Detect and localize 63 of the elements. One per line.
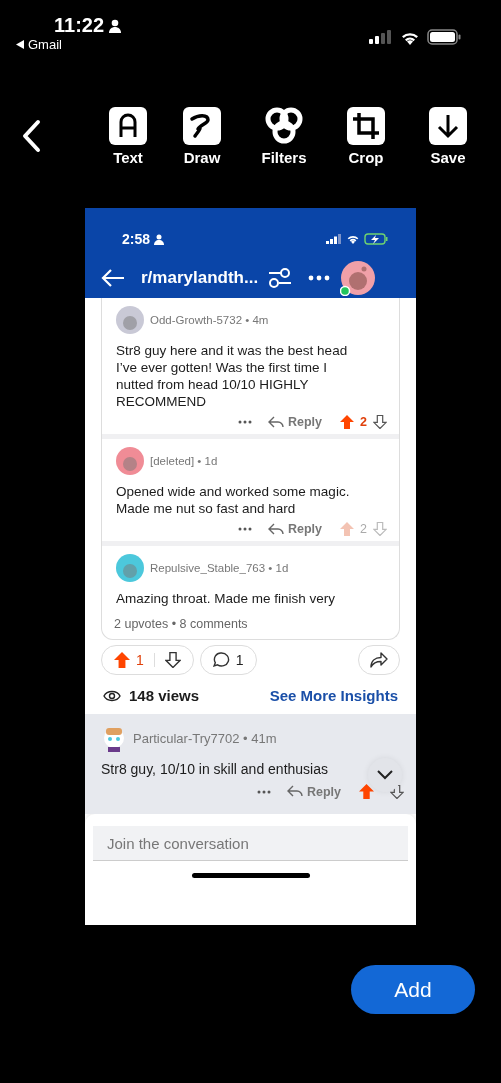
comment-input-field[interactable]: Join the conversation (93, 826, 408, 861)
battery-icon (427, 29, 461, 45)
filter-icon[interactable] (268, 267, 293, 289)
wifi-icon (346, 234, 360, 244)
crop-tool-button[interactable]: Crop (332, 107, 400, 166)
more-icon[interactable] (256, 789, 271, 794)
upvote-icon[interactable] (359, 784, 374, 799)
scroll-down-button[interactable] (368, 758, 402, 792)
back-triangle-icon (16, 40, 24, 49)
comment-author-meta: Odd-Growth-5732 • 4m (150, 314, 269, 326)
vote-count: 2 (360, 522, 367, 536)
text-tool-button[interactable]: Text (102, 107, 154, 166)
clock-time: 11:22 (54, 14, 105, 37)
battery-charging-icon (364, 233, 388, 245)
more-icon[interactable] (238, 420, 252, 424)
filters-icon (264, 107, 304, 145)
see-more-insights-link[interactable]: See More Insights (269, 687, 398, 704)
reply-arrow-icon (268, 415, 284, 429)
comment-text: Opened wide and worked some magic. Made me nut so fast and hard (116, 483, 351, 517)
chevron-down-icon (377, 770, 393, 780)
comment-author-meta: Particular-Try7702 • 41m (133, 730, 277, 746)
comment-author-meta: Repulsive_Stable_763 • 1d (150, 562, 289, 574)
upvote-count: 1 (136, 652, 144, 668)
subreddit-title: r/marylandth... (141, 268, 259, 288)
more-icon[interactable] (308, 275, 331, 281)
signal-icon (369, 30, 393, 44)
reply-button[interactable]: Reply (268, 522, 323, 536)
squiggle-icon (183, 107, 221, 145)
save-tool-button[interactable]: Save (414, 107, 482, 166)
back-to-app-link[interactable]: Gmail (16, 37, 62, 52)
speech-bubble-icon (212, 652, 230, 668)
comment-text: Str8 guy here and it was the best head I’ve ever gotten! Was the first time I nutted from head 10/10 HIGHLY RECOMMEND (116, 342, 349, 410)
reply-button[interactable]: Reply (268, 415, 323, 429)
upvote-icon[interactable] (340, 415, 355, 429)
share-button[interactable] (358, 645, 400, 675)
eye-icon (103, 688, 121, 703)
comments-button[interactable]: 1 (199, 645, 257, 675)
user-avatar-icon[interactable] (340, 260, 377, 296)
reply-arrow-icon (286, 785, 303, 798)
comment-text: Str8 guy, 10/10 in skill and enthusias (101, 761, 328, 777)
reply-arrow-icon (268, 522, 284, 536)
downvote-icon[interactable] (373, 415, 387, 429)
more-icon[interactable] (238, 527, 252, 531)
letter-a-icon (109, 107, 147, 145)
person-icon (108, 18, 123, 33)
comment-text: Amazing throat. Made me finish very (116, 590, 337, 607)
view-count: 148 views (129, 687, 200, 704)
draw-tool-button[interactable]: Draw (168, 107, 236, 166)
signal-icon (326, 234, 342, 244)
reply-button[interactable]: Reply (286, 784, 341, 799)
filters-tool-button[interactable]: Filters (250, 107, 318, 166)
downvote-icon[interactable] (164, 652, 181, 668)
crop-icon (347, 107, 385, 145)
comment-author-meta: [deleted] • 1d (150, 455, 218, 467)
person-icon (154, 233, 165, 245)
back-chevron-icon[interactable] (20, 119, 42, 153)
back-arrow-icon[interactable] (101, 269, 125, 287)
add-button[interactable]: Add (351, 965, 475, 1014)
share-arrow-icon (370, 652, 388, 668)
upvote-icon[interactable] (114, 652, 130, 668)
post-summary: 2 upvotes • 8 comments (113, 616, 249, 633)
vote-count: 2 (360, 415, 367, 429)
clock-time: 2:58 (122, 231, 151, 247)
